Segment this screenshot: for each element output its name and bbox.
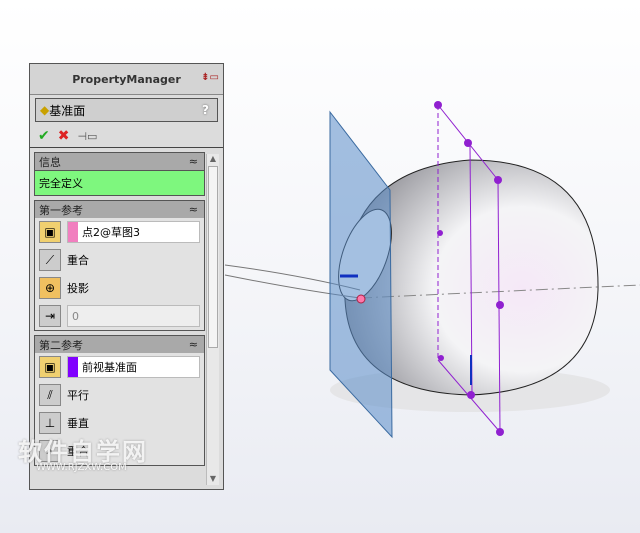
- offset-icon[interactable]: ⇥: [39, 305, 61, 327]
- parallel-icon[interactable]: ⫽: [39, 384, 61, 406]
- cube-icon: ▣: [39, 356, 61, 378]
- help-button[interactable]: ?: [202, 103, 209, 117]
- offset-input[interactable]: 0: [67, 305, 200, 327]
- pin-icon[interactable]: ⇟▭: [201, 72, 219, 83]
- cancel-button[interactable]: ✖: [58, 128, 70, 144]
- pushpin-button[interactable]: ⊣▭: [77, 130, 97, 143]
- property-manager: PropertyManager ⇟▭ ◆ 基准面? ✔ ✖ ⊣▭ ▲ ▼ 信息 ≈ 完全定义…: [29, 63, 224, 490]
- project-icon[interactable]: ⊕: [39, 277, 61, 299]
- reference-point: [356, 294, 366, 304]
- info-title: 信息: [39, 155, 61, 169]
- first-ref-title: 第一参考: [39, 203, 83, 217]
- scroll-thumb[interactable]: [208, 166, 218, 348]
- feature-title-label: 基准面: [49, 103, 86, 118]
- first-reference-group: 第一参考 ≈ ▣ 点2@草图3 ⟋ 重合 ⊕ 投影 ⇥ 0: [34, 200, 205, 331]
- selection-color-swatch: [68, 357, 78, 377]
- cube-icon: ▣: [39, 221, 61, 243]
- collapse-icon[interactable]: ≈: [189, 338, 198, 351]
- plane-icon: ◆: [40, 103, 50, 117]
- watermark-url: WWW.RJZXW.COM: [36, 462, 127, 473]
- perpendicular-icon[interactable]: ⊥: [39, 412, 61, 434]
- option-coincident[interactable]: 重合: [67, 252, 89, 268]
- info-status: 完全定义: [35, 170, 204, 195]
- info-group: 信息 ≈ 完全定义: [34, 152, 205, 196]
- coincident-icon[interactable]: ⟋: [39, 249, 61, 271]
- feature-title: ◆ 基准面?: [35, 98, 218, 122]
- first-ref-selection[interactable]: 点2@草图3: [67, 221, 200, 243]
- pm-header: PropertyManager ⇟▭: [30, 64, 223, 95]
- selection-color-swatch: [68, 222, 78, 242]
- first-ref-selection-text: 点2@草图3: [82, 226, 140, 239]
- option-project[interactable]: 投影: [67, 280, 89, 296]
- second-ref-title: 第二参考: [39, 338, 83, 352]
- option-perpendicular[interactable]: 垂直: [67, 415, 89, 431]
- pm-header-label: PropertyManager: [72, 72, 181, 86]
- collapse-icon[interactable]: ≈: [189, 203, 198, 216]
- collapse-icon[interactable]: ≈: [189, 155, 198, 168]
- option-parallel[interactable]: 平行: [67, 387, 89, 403]
- ok-button[interactable]: ✔: [38, 128, 50, 144]
- scrollbar[interactable]: ▲ ▼: [206, 154, 219, 485]
- offset-value: 0: [72, 309, 79, 323]
- second-ref-selection[interactable]: 前视基准面: [67, 356, 200, 378]
- second-ref-selection-text: 前视基准面: [82, 361, 137, 374]
